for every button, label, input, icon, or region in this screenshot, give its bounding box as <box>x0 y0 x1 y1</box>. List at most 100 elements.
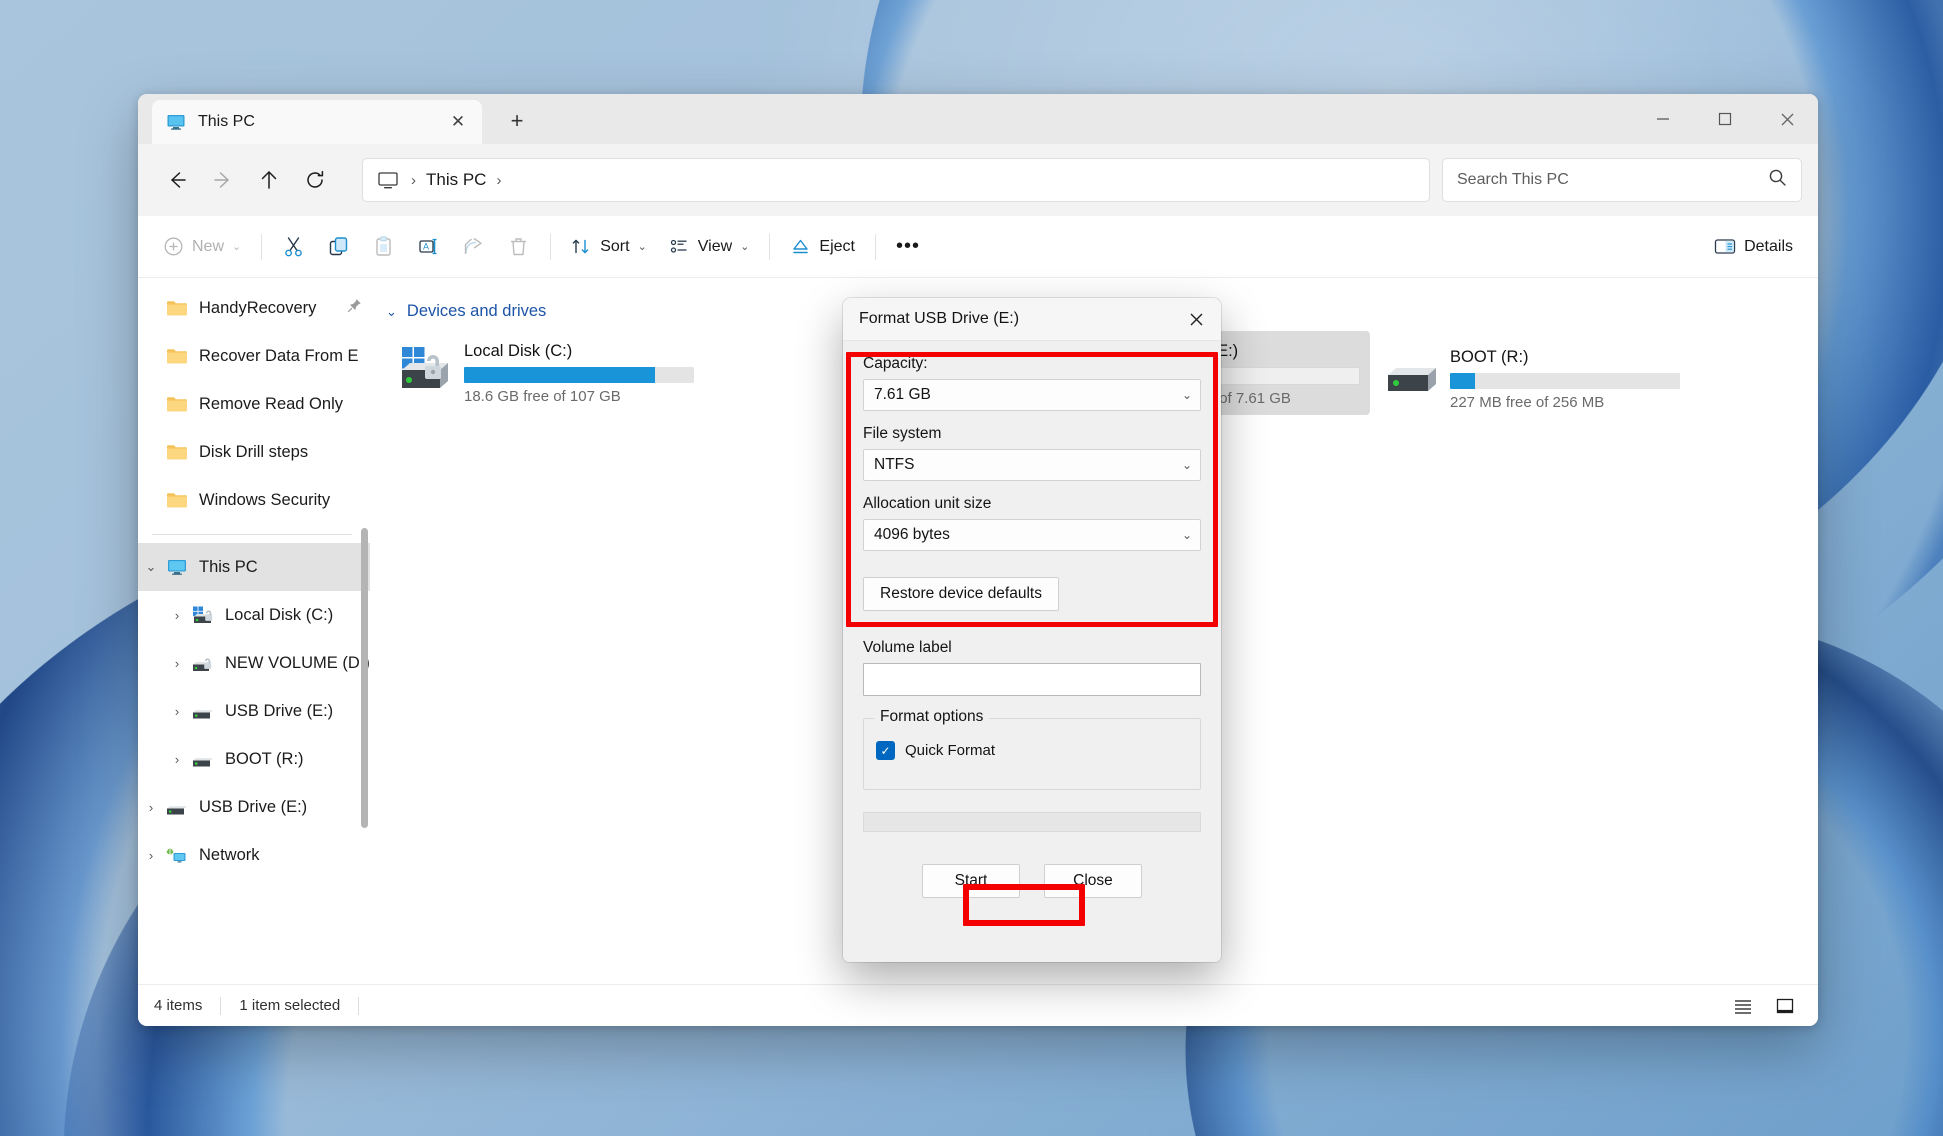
more-options-button[interactable]: ••• <box>885 226 931 268</box>
up-button[interactable] <box>246 160 292 200</box>
sidebar-item-new-volume-d[interactable]: › NEW VOLUME (D:) <box>138 639 370 687</box>
drive-tile-boot-r[interactable]: BOOT (R:) 227 MB free of 256 MB <box>1370 337 1690 421</box>
address-bar-row: › This PC › Search This PC <box>138 144 1818 216</box>
format-dialog-body: Capacity: 7.61 GB ⌄ File system NTFS ⌄ A… <box>843 355 1221 898</box>
monitor-icon <box>166 112 186 132</box>
details-pane-button[interactable]: Details <box>1703 226 1804 268</box>
sidebar-item-handyrecovery[interactable]: HandyRecovery <box>138 284 370 332</box>
chevron-down-icon: ⌄ <box>232 241 242 253</box>
view-toggle-group <box>1726 991 1802 1021</box>
sidebar-item-recover-data-from-e[interactable]: Recover Data From E <box>138 332 370 380</box>
volume-label-input[interactable] <box>863 663 1201 696</box>
breadcrumb-current[interactable]: This PC <box>426 170 486 190</box>
search-input[interactable]: Search This PC <box>1442 158 1802 202</box>
divider <box>261 233 263 260</box>
drive-free-text: 227 MB free of 256 MB <box>1450 394 1605 411</box>
sidebar-divider <box>152 534 352 535</box>
sort-button[interactable]: Sort ⌄ <box>560 226 658 268</box>
chevron-down-icon[interactable]: ⌄ <box>138 559 164 575</box>
folder-icon <box>164 392 190 416</box>
close-icon[interactable] <box>1177 302 1215 336</box>
sidebar-item-usb-drive-e-root[interactable]: › USB Drive (E:) <box>138 783 370 831</box>
sidebar-item-windows-security[interactable]: Windows Security <box>138 476 370 524</box>
minimize-button[interactable] <box>1632 94 1694 144</box>
tab-this-pc[interactable]: This PC ✕ <box>152 100 482 144</box>
navigation-pane: HandyRecovery Recover Data From E Remove… <box>138 278 370 984</box>
format-dialog-title: Format USB Drive (E:) <box>859 310 1020 327</box>
copy-button[interactable] <box>316 226 361 268</box>
back-button[interactable] <box>154 160 200 200</box>
tile-view-icon[interactable] <box>1768 991 1802 1021</box>
chevron-right-icon[interactable]: › <box>164 656 190 671</box>
cut-button[interactable] <box>271 226 316 268</box>
pin-icon[interactable] <box>347 298 362 318</box>
chevron-down-icon: ⌄ <box>740 241 750 253</box>
sidebar-item-disk-drill-steps[interactable]: Disk Drill steps <box>138 428 370 476</box>
chevron-down-icon: ⌄ <box>1181 458 1192 472</box>
start-button[interactable]: Start <box>922 864 1020 898</box>
capacity-value: 7.61 GB <box>874 386 931 403</box>
list-view-icon[interactable] <box>1726 991 1760 1021</box>
details-button-label: Details <box>1744 237 1793 255</box>
group-header-label: Devices and drives <box>406 302 547 320</box>
format-progress-bar <box>863 812 1201 832</box>
close-tab-icon[interactable]: ✕ <box>444 108 472 136</box>
drive-info: BOOT (R:) 227 MB free of 256 MB <box>1450 345 1680 411</box>
quick-format-checkbox[interactable]: ✓ <box>876 741 895 760</box>
share-button[interactable] <box>451 226 496 268</box>
chevron-down-icon: ⌄ <box>637 241 647 253</box>
close-window-button[interactable] <box>1756 94 1818 144</box>
sidebar-item-remove-read-only[interactable]: Remove Read Only <box>138 380 370 428</box>
drive-lock-icon <box>190 651 216 675</box>
restore-device-defaults-button[interactable]: Restore device defaults <box>863 577 1059 611</box>
chevron-right-icon[interactable]: › <box>138 800 164 815</box>
breadcrumb[interactable]: › This PC › <box>362 158 1430 202</box>
navigation-scrollbar[interactable] <box>361 528 368 828</box>
drive-free-text: 18.6 GB free of 107 GB <box>464 388 621 405</box>
folder-icon <box>164 344 190 368</box>
forward-button[interactable] <box>200 160 246 200</box>
capacity-select[interactable]: 7.61 GB ⌄ <box>863 379 1201 411</box>
drive-usage-bar <box>1450 373 1680 389</box>
refresh-button[interactable] <box>292 160 338 200</box>
quick-format-row[interactable]: ✓ Quick Format <box>876 741 1188 760</box>
sidebar-item-local-disk-c[interactable]: › Local Disk (C:) <box>138 591 370 639</box>
sidebar-item-usb-drive-e[interactable]: › USB Drive (E:) <box>138 687 370 735</box>
chevron-right-icon[interactable]: › <box>138 848 164 863</box>
breadcrumb-separator[interactable]: › <box>496 172 501 189</box>
quick-format-label: Quick Format <box>905 742 996 759</box>
delete-button[interactable] <box>496 226 541 268</box>
new-button[interactable]: New ⌄ <box>152 226 252 268</box>
allocation-unit-select[interactable]: 4096 bytes ⌄ <box>863 519 1201 551</box>
command-bar: New ⌄ A Sort ⌄ View ⌄ Eject ••• Details <box>138 216 1818 278</box>
format-dialog: Format USB Drive (E:) Capacity: 7.61 GB … <box>843 298 1221 962</box>
rename-button[interactable]: A <box>406 226 451 268</box>
drive-tile-local-disk-c[interactable]: Local Disk (C:) 18.6 GB free of 107 GB <box>384 331 704 415</box>
filesystem-label: File system <box>863 425 942 442</box>
folder-icon <box>164 488 190 512</box>
view-button-label: View <box>697 237 733 255</box>
search-icon[interactable] <box>1768 168 1787 192</box>
sidebar-item-label: NEW VOLUME (D:) <box>225 653 370 672</box>
sidebar-item-label: USB Drive (E:) <box>225 701 334 720</box>
filesystem-select[interactable]: NTFS ⌄ <box>863 449 1201 481</box>
close-button[interactable]: Close <box>1044 864 1142 898</box>
chevron-right-icon[interactable]: › <box>164 704 190 719</box>
chevron-right-icon[interactable]: › <box>164 752 190 767</box>
chevron-down-icon[interactable]: ⌄ <box>386 304 397 320</box>
paste-button[interactable] <box>361 226 406 268</box>
new-tab-button[interactable]: + <box>500 105 534 137</box>
chevron-right-icon[interactable]: › <box>164 608 190 623</box>
drive-name: Local Disk (C:) <box>464 342 573 360</box>
usb-drive-icon <box>1380 345 1442 407</box>
new-button-label: New <box>192 237 225 255</box>
sidebar-item-boot-r[interactable]: › BOOT (R:) <box>138 735 370 783</box>
maximize-button[interactable] <box>1694 94 1756 144</box>
sidebar-item-network[interactable]: › Network <box>138 831 370 879</box>
divider <box>220 996 222 1015</box>
eject-button[interactable]: Eject <box>779 226 866 268</box>
restore-defaults-row: Restore device defaults <box>863 577 1201 611</box>
volume-label-label: Volume label <box>863 639 952 656</box>
view-button[interactable]: View ⌄ <box>658 226 761 268</box>
sidebar-item-this-pc[interactable]: ⌄ This PC <box>138 543 370 591</box>
